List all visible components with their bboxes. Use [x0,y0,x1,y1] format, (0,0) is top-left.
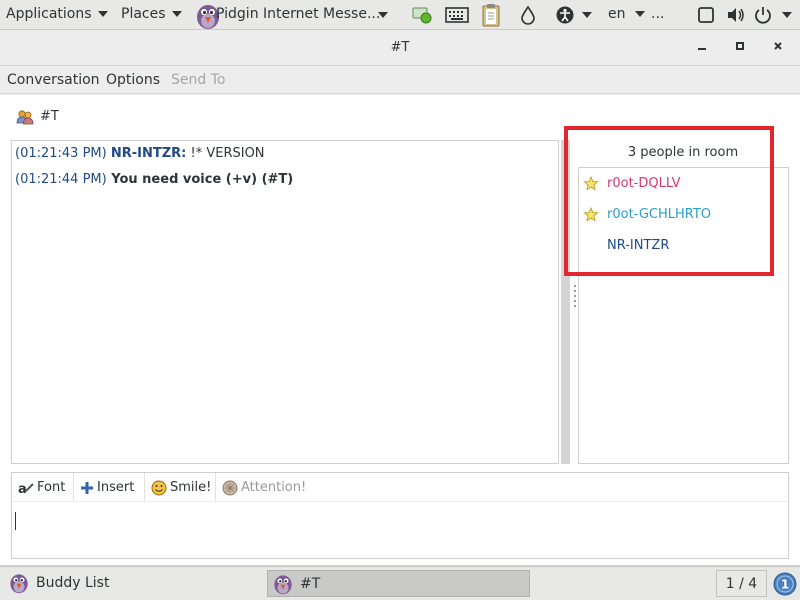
pidgin-icon [10,574,28,594]
menu-options[interactable]: Options [106,72,160,88]
close-button[interactable] [768,38,788,58]
conversation-content: #T (01:21:43 PM) NR-INTZR: !* VERSION (0… [0,95,800,566]
attention-button[interactable]: Attention! [216,473,316,503]
top-panel: Applications Places Pidgin Internet Mess… [0,0,800,30]
language-label: en [608,6,626,22]
places-menu[interactable]: Places [121,0,182,30]
message-timestamp: (01:21:44 PM) [15,172,107,187]
svg-text:a: a [18,482,27,495]
text-cursor [15,512,16,530]
workspace-pager[interactable]: 1 / 4 [716,570,767,597]
taskbar-label: Buddy List [36,575,110,591]
applications-label: Applications [6,6,92,22]
message-input[interactable] [11,501,789,559]
attention-icon [222,480,238,495]
message-text: You need voice (+v) (#T) [106,172,294,187]
chevron-down-icon [171,11,182,17]
taskbar-buddy-list[interactable]: Buddy List [4,570,262,597]
language-indicator[interactable]: en [608,0,645,30]
notification-count: 1 [781,578,789,592]
titlebar: #T [0,30,800,66]
smile-button[interactable]: Smile! [145,473,216,503]
taskbar-label: #T [300,576,321,592]
applications-menu[interactable]: Applications [6,0,108,30]
message-timestamp: (01:21:43 PM) [15,146,107,161]
message-sender[interactable]: NR-INTZR: [111,146,187,161]
notification-badge-icon[interactable]: 1 [773,572,797,596]
bottom-taskbar: Buddy List #T 1 / 4 1 [0,566,800,600]
window-list-icon[interactable] [697,5,715,25]
format-toolbar: a Font Insert Smile! Attention! [11,472,789,503]
chat-log[interactable]: (01:21:43 PM) NR-INTZR: !* VERSION (01:2… [11,140,559,464]
menubar: Conversation Options Send To [0,66,800,94]
taskbar-chat[interactable]: #T [267,570,530,597]
network-icon[interactable] [411,5,433,25]
menu-conversation[interactable]: Conversation [7,72,100,88]
message-text: !* VERSION [186,146,265,161]
keyboard-icon[interactable] [445,5,469,25]
chat-message: (01:21:44 PM) You need voice (+v) (#T) [15,172,293,187]
drop-icon[interactable] [519,5,537,25]
close-icon [774,42,782,50]
chat-room-icon [16,110,34,125]
insert-label: Insert [97,480,135,495]
font-label: Font [37,480,66,495]
accessibility-menu-chevron-icon[interactable] [582,12,592,18]
smiley-icon [151,480,167,495]
pane-resize-handle[interactable] [573,285,577,325]
chevron-down-icon [97,11,108,17]
places-label: Places [121,6,166,22]
maximize-button[interactable] [730,38,750,58]
attention-label: Attention! [241,480,307,495]
active-app-label: Pidgin Internet Messe... [216,6,381,22]
font-icon: a [18,482,34,495]
chevron-down-icon [634,11,645,17]
accessibility-icon[interactable] [555,5,575,25]
pidgin-icon [274,575,292,595]
highlight-annotation [564,126,774,276]
minimize-icon [698,48,706,50]
pidgin-conversation-window: #T Conversation Options Send To #T (01:2… [0,30,800,566]
chevron-down-icon [378,12,388,18]
window-title: #T [390,40,410,55]
power-menu-chevron-icon[interactable] [782,12,792,18]
font-button[interactable]: a Font [12,473,74,503]
chat-message: (01:21:43 PM) NR-INTZR: !* VERSION [15,146,265,161]
room-name: #T [40,109,59,124]
plus-icon [81,481,93,494]
menu-send-to[interactable]: Send To [171,72,225,88]
minimize-button[interactable] [692,38,712,58]
volume-icon[interactable] [726,5,746,25]
insert-button[interactable]: Insert [74,473,145,503]
power-icon[interactable] [753,5,773,25]
smile-label: Smile! [170,480,212,495]
panel-overflow[interactable]: ... [651,0,664,30]
maximize-icon [736,42,744,50]
clipboard-icon[interactable] [481,3,501,27]
